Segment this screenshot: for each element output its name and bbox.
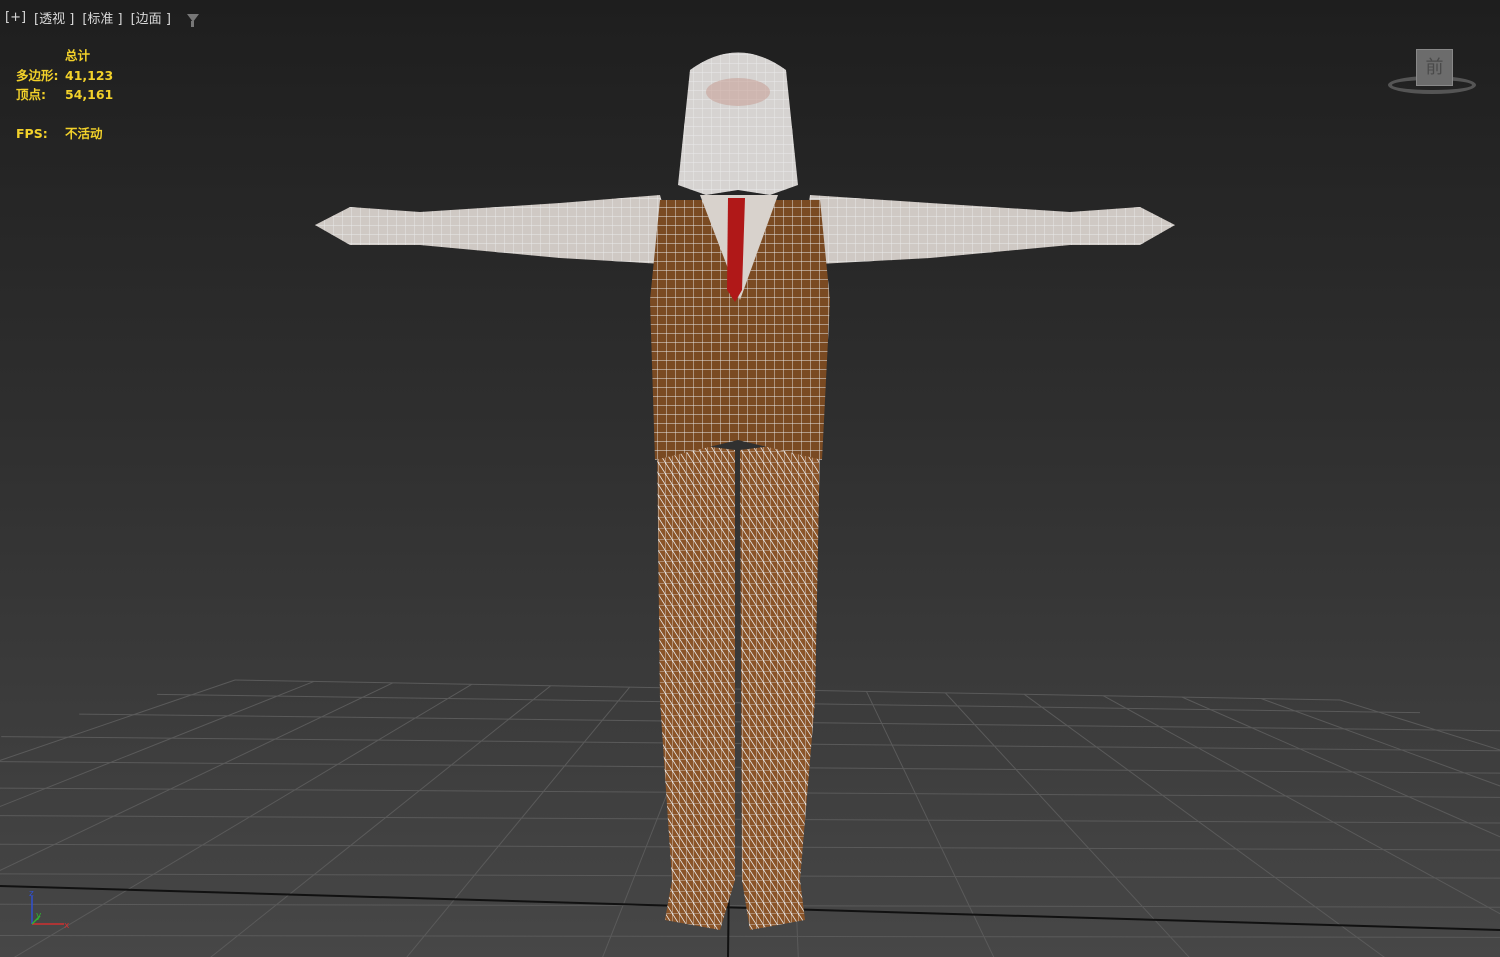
viewport-menu-view[interactable]: [透视 ]: [34, 8, 74, 27]
right-arm-wireframe: [800, 195, 1175, 265]
grid-line: [1339, 699, 1500, 751]
left-leg-wireframe: [657, 440, 735, 930]
character-mesh[interactable]: [315, 52, 1175, 931]
head-wireframe: [678, 52, 798, 195]
axis-tripod-icon: z y x: [29, 889, 70, 930]
viewcube-front-face[interactable]: 前: [1416, 49, 1453, 86]
fps-value: 不活动: [65, 126, 103, 141]
grid-line: [406, 686, 631, 957]
right-leg-wireframe: [740, 440, 820, 930]
viewport-menu-shading-standard[interactable]: [标准 ]: [82, 8, 122, 27]
grid-line: [1102, 695, 1500, 915]
viewcube[interactable]: 前: [1386, 46, 1480, 104]
polygons-label: 多边形:: [16, 67, 59, 83]
viewport-menu-edged-faces[interactable]: [边面 ]: [131, 8, 171, 27]
scene-canvas[interactable]: [0, 0, 1500, 957]
stats-header: 总计: [65, 48, 91, 63]
statistics-overlay: 总计 多边形: 41,123 顶点: 54,161 FPS: 不活动: [16, 46, 113, 144]
polygons-value: 41,123: [65, 67, 114, 83]
filter-icon[interactable]: [186, 13, 199, 27]
vertices-label: 顶点:: [16, 87, 46, 102]
viewport-label-menu: [+] [透视 ] [标准 ] [边面 ]: [5, 8, 199, 27]
left-arm-wireframe: [315, 195, 680, 265]
perspective-viewport[interactable]: [+] [透视 ] [标准 ] [边面 ] 总计 多边形: 41,123 顶点: 5…: [0, 0, 1500, 957]
axis-x-label: x: [64, 921, 70, 930]
grid-line: [1181, 696, 1500, 838]
fps-label: FPS:: [16, 126, 48, 141]
axis-y-label: y: [36, 911, 42, 921]
viewport-menu-plus[interactable]: [+]: [5, 10, 26, 25]
grid-line: [1260, 698, 1500, 787]
grid-line: [0, 934, 1500, 938]
grid-line: [865, 691, 995, 957]
forehead: [706, 78, 770, 106]
vertices-value: 54,161: [65, 87, 114, 102]
axis-z-label: z: [29, 889, 34, 899]
grid-line: [210, 685, 552, 957]
